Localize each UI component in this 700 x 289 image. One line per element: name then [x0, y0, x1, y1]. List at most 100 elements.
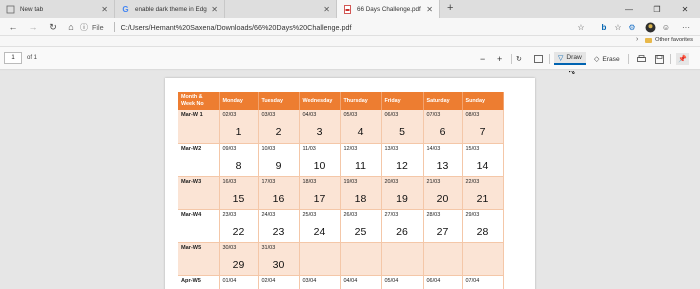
day-number: 22 — [232, 225, 245, 238]
cell-date: 05/03 — [343, 112, 358, 118]
rotate-icon[interactable]: ↻ — [516, 53, 522, 65]
google-icon: G — [122, 4, 129, 14]
avatar[interactable] — [644, 21, 656, 33]
cell-date: 06/03 — [384, 112, 399, 118]
day-number: 10 — [313, 159, 326, 172]
draw-icon: ▽ — [558, 54, 564, 62]
day-number: 6 — [439, 126, 446, 138]
cell-date: 18/03 — [302, 178, 317, 185]
day-number: 17 — [313, 192, 326, 205]
address-field[interactable]: ⓘ File C:/Users/Hemant%20Saxena/Download… — [80, 20, 590, 34]
window-close-icon[interactable]: ✕ — [671, 0, 699, 18]
info-icon[interactable]: ⓘ — [80, 22, 88, 33]
day-cell: 05/04 — [381, 275, 424, 289]
cell-date: 27/03 — [384, 211, 399, 218]
cell-date: 01/04 — [222, 277, 237, 284]
day-cell: 02/03 1 — [219, 110, 259, 144]
document-viewport[interactable]: Month & Week No Monday Tuesday Wednesday… — [0, 71, 700, 289]
cell-date: 04/03 — [302, 112, 317, 118]
address-bar-row: ← → ↻ ⌂ ⓘ File C:/Users/Hemant%20Saxena/… — [0, 18, 700, 36]
refresh-icon[interactable]: ↻ — [47, 21, 59, 33]
day-cell: 22/03 21 — [462, 176, 504, 210]
day-cell: 14/03 13 — [423, 143, 463, 177]
day-cell — [462, 242, 504, 276]
close-icon[interactable]: ✕ — [323, 5, 330, 14]
table-row: Mar-W5 30/03 29 31/03 30 — [178, 242, 504, 276]
home-icon[interactable]: ⌂ — [65, 21, 77, 33]
cell-date: 22/03 — [465, 178, 480, 185]
day-number: 24 — [313, 225, 326, 238]
day-cell: 18/03 17 — [299, 176, 341, 210]
pin-icon[interactable]: 📌 — [676, 53, 689, 65]
forward-icon[interactable]: → — [27, 21, 39, 33]
tab-pdf[interactable]: 66 Days Challenge.pdf ✕ — [337, 0, 440, 18]
day-cell: 02/04 — [258, 275, 300, 289]
extension-icon[interactable]: b — [598, 21, 610, 33]
day-number: 8 — [235, 159, 242, 172]
page-number-input[interactable]: 1 — [4, 52, 22, 64]
other-favorites[interactable]: Other favorites — [645, 37, 693, 43]
divider — [511, 54, 512, 64]
day-number: 3 — [316, 126, 323, 138]
day-cell: 28/03 27 — [423, 209, 463, 243]
column-header: Saturday — [423, 92, 463, 110]
tab-label: 66 Days Challenge.pdf — [357, 5, 421, 13]
cell-date: 26/03 — [343, 211, 358, 218]
day-cell: 30/03 29 — [219, 242, 259, 276]
cell-date: 11/03 — [302, 145, 316, 152]
cell-date: 10/03 — [261, 145, 276, 152]
chevron-right-icon[interactable]: › — [636, 36, 638, 43]
url-text: C:/Users/Hemant%20Saxena/Downloads/66%20… — [120, 22, 352, 32]
settings-icon[interactable]: ⚙ — [626, 21, 638, 33]
minimize-icon[interactable]: — — [615, 0, 643, 18]
folder-icon — [645, 37, 652, 43]
divider — [113, 22, 115, 32]
close-icon[interactable]: ✕ — [211, 5, 218, 14]
day-cell: 31/03 30 — [258, 242, 300, 276]
day-number: 11 — [355, 159, 366, 172]
cell-date: 29/03 — [465, 211, 480, 218]
day-cell: 01/04 — [219, 275, 259, 289]
close-icon[interactable]: ✕ — [426, 5, 433, 14]
day-number: 7 — [479, 126, 486, 138]
tab-label: enable dark theme in Edge - Go — [135, 5, 207, 13]
tab-blank[interactable]: ✕ — [225, 0, 337, 18]
day-cell: 07/03 6 — [423, 110, 463, 144]
day-cell: 17/03 16 — [258, 176, 300, 210]
draw-label: Draw — [566, 54, 582, 61]
page-current: 1 — [11, 55, 15, 61]
collections-icon[interactable]: ☆ — [612, 21, 624, 33]
day-cell: 05/03 4 — [340, 110, 382, 144]
day-number: 29 — [232, 258, 245, 271]
favorite-star-icon[interactable]: ☆ — [575, 21, 587, 33]
day-number: 16 — [272, 192, 285, 205]
day-number: 27 — [436, 225, 449, 238]
calendar-body: Mar-W 1 02/03 1 03/03 2 04/03 3 05/03 4 06/03 5 07/… — [178, 110, 504, 289]
close-icon[interactable]: ✕ — [101, 5, 108, 14]
smiley-icon[interactable]: ☺ — [660, 21, 672, 33]
cell-date: 25/03 — [302, 211, 317, 218]
day-number: 1 — [235, 126, 242, 138]
week-label: Mar-W5 — [178, 242, 220, 276]
zoom-in-icon[interactable]: + — [497, 53, 502, 65]
day-cell: 11/03 10 — [299, 143, 341, 177]
day-cell: 06/04 — [423, 275, 463, 289]
new-tab-button[interactable]: + — [447, 2, 453, 14]
zoom-out-icon[interactable]: − — [480, 53, 485, 65]
day-cell: 15/03 14 — [462, 143, 504, 177]
erase-button[interactable]: ◇ Erase — [594, 53, 620, 65]
day-number: 26 — [396, 225, 408, 238]
tab-new-tab[interactable]: New tab ✕ — [0, 0, 115, 18]
print-icon[interactable] — [637, 53, 646, 65]
draw-button[interactable]: ▽ Draw — [554, 52, 586, 65]
day-cell — [299, 242, 341, 276]
day-cell: 21/03 20 — [423, 176, 463, 210]
tab-google-search[interactable]: G enable dark theme in Edge - Go ✕ — [115, 0, 225, 18]
back-icon[interactable]: ← — [7, 21, 19, 33]
maximize-icon[interactable]: ❐ — [643, 0, 671, 18]
mouse-cursor-icon — [569, 71, 575, 74]
fit-page-icon[interactable] — [534, 53, 543, 65]
day-cell — [381, 242, 424, 276]
menu-icon[interactable]: ··· — [680, 21, 692, 33]
save-icon[interactable] — [655, 53, 664, 65]
